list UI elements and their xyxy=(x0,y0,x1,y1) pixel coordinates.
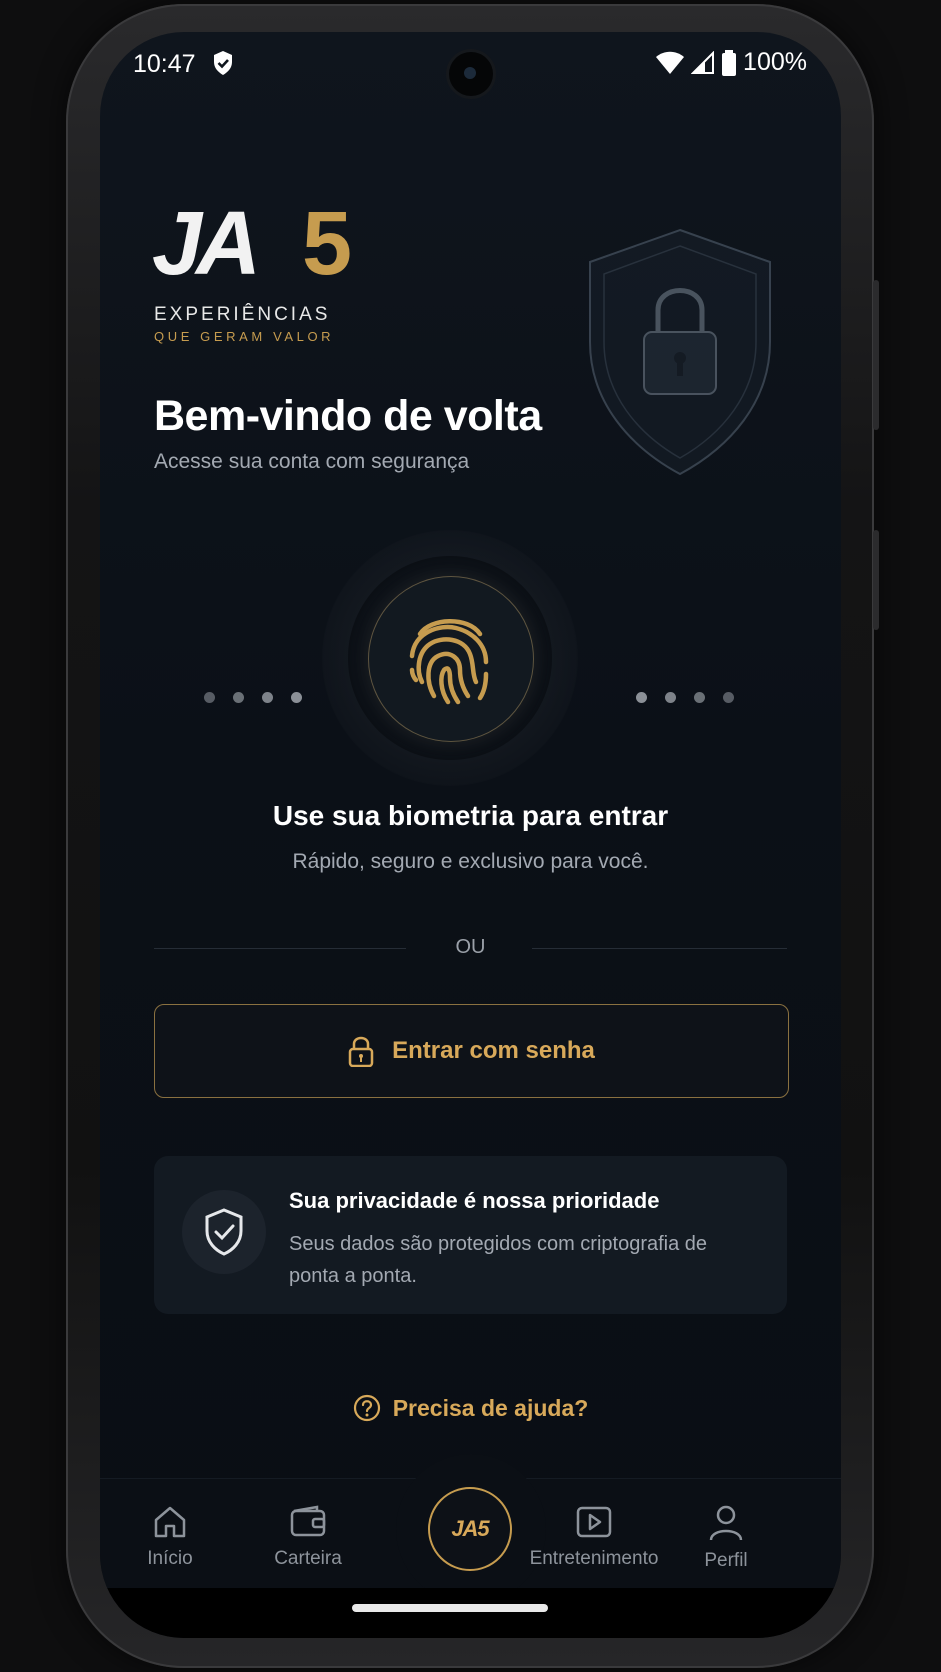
page-subtitle: Acesse sua conta com segurança xyxy=(154,450,470,473)
nav-item-entretenimento[interactable]: Entretenimento xyxy=(514,1504,674,1570)
home-icon xyxy=(154,1506,186,1538)
divider-right xyxy=(532,948,787,949)
nav-label-inicio: Início xyxy=(147,1548,193,1569)
privacy-card: Sua privacidade é nossa prioridade Seus … xyxy=(154,1156,787,1314)
right-indicator-dots xyxy=(636,692,734,703)
fingerprint-icon xyxy=(409,619,489,705)
page-title: Bem-vindo de volta xyxy=(154,392,542,440)
shield-check-icon xyxy=(205,1208,243,1256)
shield-status-icon xyxy=(212,50,234,83)
fingerprint-button[interactable] xyxy=(322,530,578,786)
nav-item-inicio[interactable]: Início xyxy=(100,1504,240,1570)
biometric-title: Use sua biometria para entrar xyxy=(272,800,669,831)
volume-button xyxy=(873,280,879,430)
play-icon xyxy=(576,1506,612,1538)
nav-label-entretenimento: Entretenimento xyxy=(529,1548,659,1569)
status-bar: 10:47 100% xyxy=(100,32,841,98)
wifi-icon xyxy=(656,51,685,74)
ja5-logo-mark: JA 5 xyxy=(152,194,352,294)
privacy-title: Sua privacidade é nossa prioridade xyxy=(289,1188,660,1213)
logo-tagline-2: QUE GERAM VALOR xyxy=(154,329,335,344)
logo-tagline-1: EXPERIÊNCIAS xyxy=(154,304,331,325)
privacy-icon-container xyxy=(182,1190,266,1274)
shield-lock-illustration xyxy=(589,228,771,476)
power-button xyxy=(873,530,879,630)
battery-percent: 100% xyxy=(743,48,807,76)
left-indicator-dots xyxy=(204,692,302,703)
nav-item-perfil[interactable]: Perfil xyxy=(656,1504,796,1572)
wallet-icon xyxy=(290,1505,326,1537)
nav-item-carteira[interactable]: Carteira xyxy=(238,1504,378,1570)
status-right: 100% xyxy=(655,48,807,77)
help-label: Precisa de ajuda? xyxy=(392,1394,589,1421)
front-camera xyxy=(449,52,493,96)
logo-ja: JA xyxy=(152,202,255,292)
brand-logo: JA 5 EXPERIÊNCIAS QUE GERAM VALOR xyxy=(152,194,412,362)
app-screen: 10:47 100% JA 5 EXPERIÊNCIAS QUE GERAM V… xyxy=(100,32,841,1638)
biometric-subtitle: Rápido, seguro e exclusivo para você. xyxy=(292,850,649,873)
nav-ja5-logo: JA5 xyxy=(451,1516,489,1541)
nav-item-ja5[interactable]: JA5 xyxy=(428,1487,512,1571)
help-link[interactable]: Precisa de ajuda? xyxy=(100,1394,841,1422)
user-icon xyxy=(709,1505,743,1541)
signal-icon xyxy=(691,50,715,74)
password-button-label: Entrar com senha xyxy=(392,1037,595,1064)
privacy-text: Seus dados são protegidos com criptograf… xyxy=(289,1233,708,1287)
status-time: 10:47 xyxy=(133,50,196,78)
gesture-area xyxy=(100,1588,841,1638)
lock-icon xyxy=(348,1036,374,1067)
nav-label-carteira: Carteira xyxy=(274,1548,342,1569)
battery-icon xyxy=(722,49,737,76)
help-icon xyxy=(353,1394,380,1422)
nav-label-perfil: Perfil xyxy=(704,1550,748,1571)
svg-text:5: 5 xyxy=(302,202,352,292)
password-login-button[interactable]: Entrar com senha xyxy=(154,1004,789,1098)
home-indicator[interactable] xyxy=(352,1604,548,1612)
